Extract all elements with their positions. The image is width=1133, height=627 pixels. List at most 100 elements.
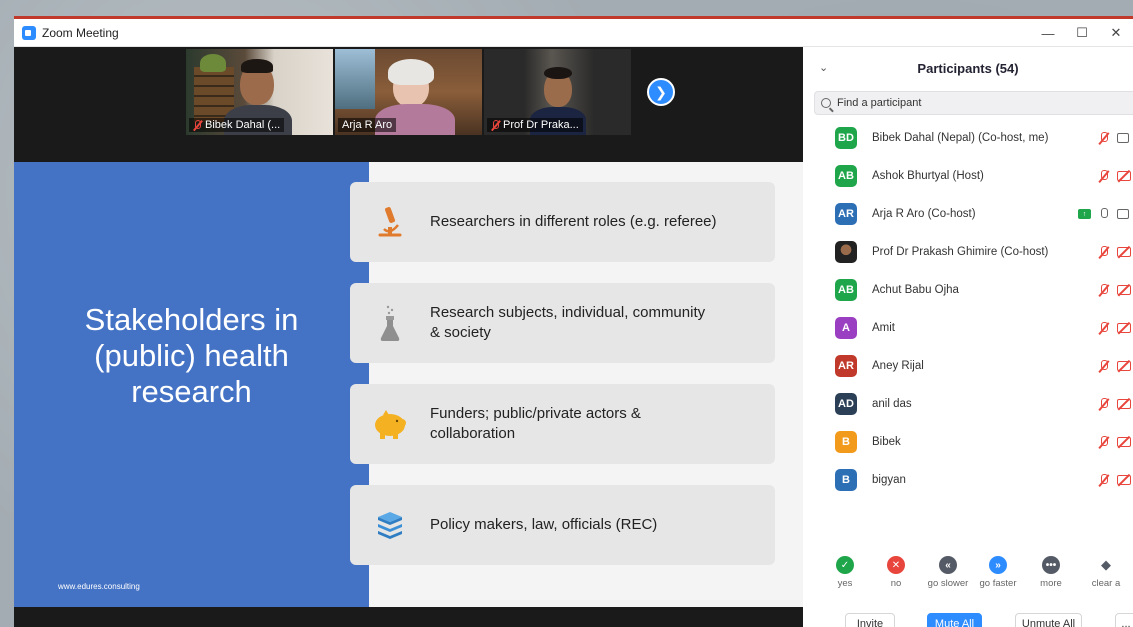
participant-status-icons — [1098, 283, 1131, 297]
participants-title: Participants (54) — [917, 61, 1019, 76]
reaction-label: clear a — [1091, 578, 1121, 589]
video-off-icon[interactable] — [1117, 323, 1131, 333]
participant-status-icons — [1098, 207, 1129, 221]
participant-name: Ashok Bhurtyal (Host) — [872, 170, 984, 182]
reaction-button[interactable]: « go slower — [923, 552, 973, 589]
participant-row[interactable]: AB Ashok Bhurtyal (Host) — [803, 157, 1133, 195]
participant-row[interactable]: Prof Dr Prakash Ghimire (Co-host) — [803, 233, 1133, 271]
participant-row[interactable]: AD anil das — [803, 385, 1133, 423]
participant-row[interactable]: AB Achut Babu Ojha — [803, 271, 1133, 309]
mute-all-button[interactable]: Mute All — [927, 613, 982, 627]
mic-muted-icon[interactable] — [1098, 397, 1109, 411]
mic-muted-icon[interactable] — [1098, 435, 1109, 449]
participant-status-icons — [1098, 131, 1129, 145]
mic-muted-icon[interactable] — [1098, 473, 1109, 487]
zoom-app-icon — [22, 25, 36, 40]
participant-row[interactable]: A Amit — [803, 309, 1133, 347]
participant-row[interactable]: AR Aney Rijal — [803, 347, 1133, 385]
mic-muted-icon[interactable] — [1098, 359, 1109, 373]
participant-name: Amit — [872, 322, 895, 334]
mic-muted-icon[interactable] — [1098, 169, 1109, 183]
thumbnail-name: Arja R Aro — [342, 119, 393, 131]
next-page-arrow-icon[interactable]: ❯ — [647, 78, 675, 106]
video-icon[interactable] — [1117, 133, 1129, 143]
participant-search[interactable] — [814, 91, 1133, 115]
video-off-icon[interactable] — [1117, 285, 1131, 295]
participant-name: Bibek — [872, 436, 901, 448]
mic-muted-icon[interactable] — [1098, 321, 1109, 335]
avatar: B — [835, 431, 857, 453]
reaction-label: yes — [837, 578, 853, 589]
avatar: AR — [835, 203, 857, 225]
minimize-button[interactable]: — — [1031, 19, 1065, 47]
reaction-button[interactable]: ✕ no — [871, 552, 921, 589]
mic-muted-icon[interactable] — [1098, 283, 1109, 297]
avatar: AR — [835, 355, 857, 377]
participant-row[interactable]: AR Arja R Aro (Co-host) ↑ — [803, 195, 1133, 233]
search-icon — [821, 98, 831, 108]
mic-muted-icon — [193, 119, 202, 131]
unmute-all-button[interactable]: Unmute All — [1015, 613, 1082, 627]
avatar: B — [835, 469, 857, 491]
video-off-icon[interactable] — [1117, 399, 1131, 409]
mic-muted-icon[interactable] — [1098, 245, 1109, 259]
participant-status-icons — [1098, 473, 1131, 487]
video-icon[interactable] — [1117, 209, 1129, 219]
participant-status-icons — [1098, 321, 1131, 335]
invite-button[interactable]: Invite — [845, 613, 895, 627]
go-slower-icon: « — [939, 556, 957, 574]
card-text-line: Researchers in different roles (e.g. ref… — [430, 213, 717, 230]
yes-icon: ✓ — [836, 556, 854, 574]
video-thumbnail-bibek[interactable]: Bibek Dahal (... — [186, 49, 333, 135]
video-thumbnail-prakash[interactable]: Prof Dr Praka... — [484, 49, 631, 135]
more-options-button[interactable]: ... — [1115, 613, 1133, 627]
card-text-line: Funders; public/private actors & — [430, 405, 641, 422]
mic-icon[interactable] — [1098, 207, 1109, 221]
window-title: Zoom Meeting — [42, 25, 119, 40]
participant-row[interactable]: Bbigyan — [803, 461, 1133, 499]
video-off-icon[interactable] — [1117, 361, 1131, 371]
go-faster-icon: » — [989, 556, 1007, 574]
reaction-label: no — [890, 578, 902, 589]
video-off-icon[interactable] — [1117, 437, 1131, 447]
avatar: BD — [835, 127, 857, 149]
slide-card-researchers: Researchers in different roles (e.g. ref… — [350, 182, 775, 262]
participant-row[interactable]: BD Bibek Dahal (Nepal) (Co-host, me) — [803, 119, 1133, 157]
reaction-bar: ✓ yes ✕ no « go slower » go faster ••• more ◆ clear… — [803, 552, 1133, 600]
participant-status-icons — [1098, 169, 1131, 183]
reaction-button[interactable]: ✓ yes — [820, 552, 870, 589]
close-button[interactable]: ✕ — [1099, 19, 1133, 47]
avatar: AD — [835, 393, 857, 415]
reaction-button[interactable]: » go faster — [973, 552, 1023, 589]
avatar — [835, 241, 857, 263]
video-off-icon[interactable] — [1117, 171, 1131, 181]
video-off-icon[interactable] — [1117, 247, 1131, 257]
participants-panel: ⌄ Participants (54) BD Bibek Dahal (Nepal… — [803, 47, 1133, 627]
participant-name: Aney Rijal — [872, 360, 924, 372]
slide-title-line: research — [131, 374, 252, 409]
reaction-button[interactable]: ◆ clear a — [1081, 552, 1131, 589]
zoom-window: Zoom Meeting — ☐ ✕ Bibek Dahal (... Arja… — [14, 16, 1133, 627]
participant-status-icons — [1098, 245, 1131, 259]
participants-header: ⌄ Participants (54) — [803, 47, 1133, 91]
video-thumbnail-arja[interactable]: Arja R Aro — [335, 49, 482, 135]
avatar: AB — [835, 279, 857, 301]
mic-muted-icon[interactable] — [1098, 131, 1109, 145]
slide-content: Researchers in different roles (e.g. ref… — [350, 162, 803, 607]
mic-muted-icon — [491, 119, 500, 131]
participant-name: bigyan — [872, 474, 906, 486]
participant-row[interactable]: B Bibek — [803, 423, 1133, 461]
participants-footer: Invite Mute All Unmute All ... — [803, 613, 1133, 627]
card-text: Researchers in different roles (e.g. ref… — [430, 212, 750, 232]
reaction-button[interactable]: ••• more — [1026, 552, 1076, 589]
reaction-label: more — [1040, 578, 1062, 589]
screen-share-icon: ↑ — [1078, 209, 1091, 219]
maximize-button[interactable]: ☐ — [1065, 19, 1099, 47]
participant-status-icons — [1098, 359, 1131, 373]
participant-name: Achut Babu Ojha — [872, 284, 959, 296]
search-input[interactable] — [837, 97, 1087, 109]
video-off-icon[interactable] — [1117, 475, 1131, 485]
card-text-line: Policy makers, law, officials (REC) — [430, 516, 658, 533]
participant-name: anil das — [872, 398, 912, 410]
slide-card-funders: Funders; public/private actors & collabo… — [350, 384, 775, 464]
